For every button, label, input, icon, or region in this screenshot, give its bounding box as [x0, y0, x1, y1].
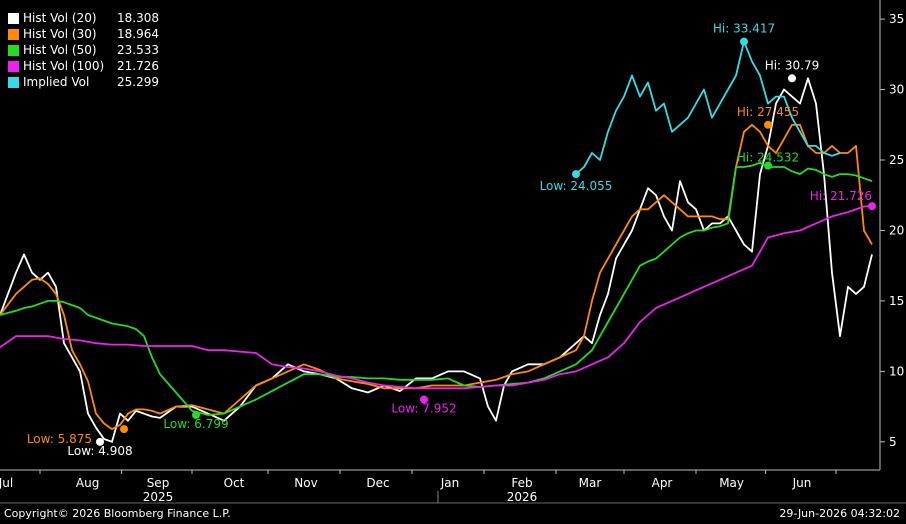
legend-series-name: Hist Vol (50)	[23, 43, 97, 57]
series-line-1	[0, 123, 873, 431]
legend-series-value: 21.726	[117, 59, 159, 73]
legend-series-name: Implied Vol	[23, 75, 90, 89]
year-label: 2026	[507, 490, 538, 504]
series-line-0	[0, 77, 873, 443]
annotation-label: Hi: 24.532	[737, 151, 799, 165]
y-tick-label: 35	[889, 12, 904, 26]
year-label: 2025	[143, 490, 174, 504]
legend-item: Hist Vol (30) 18.964	[8, 26, 165, 42]
x-tick-label: Dec	[366, 476, 389, 490]
x-tick-label: Aug	[76, 476, 99, 490]
x-tick-label: Jun	[792, 476, 812, 490]
annotation-label: Hi: 30.79	[765, 58, 820, 72]
annotation-label: Hi: 27.455	[737, 105, 799, 119]
x-tick-label: Jan	[440, 476, 460, 490]
annotation-marker	[572, 170, 580, 179]
legend-swatch	[8, 76, 19, 88]
x-tick-label: Mar	[579, 476, 602, 490]
timestamp-text: 29-Jun-2026 04:32:02	[779, 507, 900, 520]
y-tick-label: 20	[889, 223, 904, 237]
annotation-marker	[868, 202, 876, 211]
legend-item: Hist Vol (100) 21.726	[8, 58, 165, 74]
legend-series-value: 25.299	[117, 75, 159, 89]
annotation-marker	[740, 37, 748, 46]
legend-series-value: 18.308	[117, 11, 159, 25]
y-tick-label: 10	[889, 364, 904, 378]
x-tick-label: Sep	[147, 476, 170, 490]
legend-swatch	[8, 44, 19, 56]
annotation-label: Hi: 21.726	[810, 189, 872, 203]
x-tick-label: Oct	[224, 476, 245, 490]
annotation-marker	[764, 120, 772, 129]
legend-swatch	[8, 60, 19, 72]
legend-swatch	[8, 12, 19, 24]
legend: Hist Vol (20) 18.308 Hist Vol (30) 18.964 Hi…	[8, 10, 165, 90]
legend-series-value: 18.964	[117, 27, 159, 41]
annotation-label: Low: 7.952	[391, 402, 456, 416]
x-tick-label: Jul	[0, 476, 13, 490]
y-tick-label: 5	[889, 435, 897, 449]
annotation-label: Hi: 33.417	[713, 22, 775, 36]
x-tick-label: May	[719, 476, 744, 490]
annotation-label: Low: 5.875	[27, 432, 92, 446]
annotation-label: Low: 6.799	[163, 417, 228, 431]
legend-series-name: Hist Vol (100)	[23, 59, 105, 73]
copyright-text: Copyright© 2026 Bloomberg Finance L.P.	[4, 507, 231, 520]
legend-swatch	[8, 28, 19, 40]
x-tick-label: Apr	[652, 476, 673, 490]
legend-series-name: Hist Vol (20)	[23, 11, 97, 25]
legend-item: Hist Vol (50) 23.533	[8, 42, 165, 58]
annotation-marker	[788, 74, 796, 83]
y-tick-label: 30	[889, 83, 904, 97]
y-tick-label: 25	[889, 153, 904, 167]
legend-series-value: 23.533	[117, 43, 159, 57]
legend-series-name: Hist Vol (30)	[23, 27, 97, 41]
annotation-label: Low: 24.055	[540, 179, 613, 193]
legend-item: Implied Vol 25.299	[8, 74, 165, 90]
x-tick-label: Feb	[511, 476, 532, 490]
annotation-marker	[120, 425, 128, 434]
legend-item: Hist Vol (20) 18.308	[8, 10, 165, 26]
series-line-3	[0, 205, 873, 390]
x-tick-label: Nov	[294, 476, 317, 490]
y-tick-label: 15	[889, 294, 904, 308]
